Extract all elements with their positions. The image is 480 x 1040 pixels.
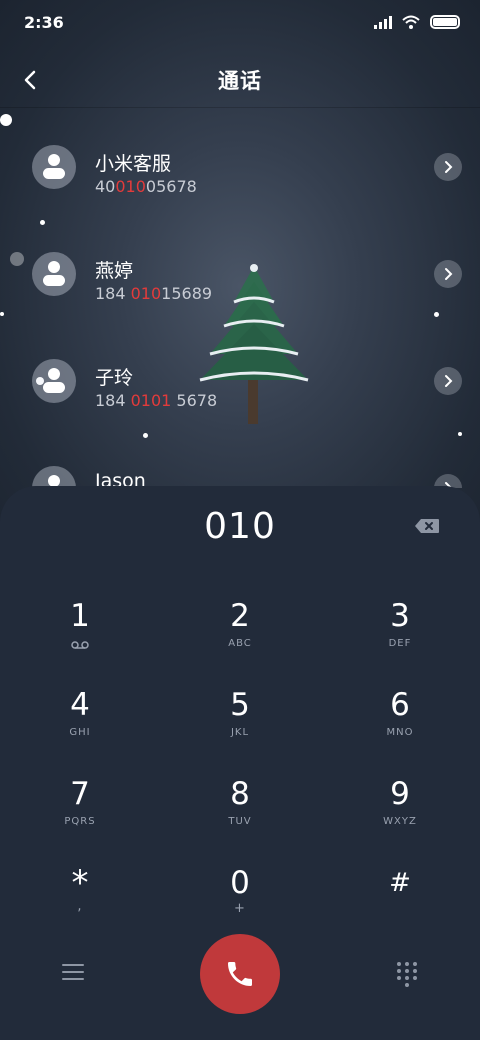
dialpad-panel: 010 1 2 ABC 3 DEF 4 GHI 5 JKL 6 MNO 7 PQ…: [0, 486, 480, 1040]
contact-detail-button[interactable]: [434, 367, 462, 395]
contact-name: 子玲: [95, 367, 134, 389]
status-icons: [374, 15, 460, 29]
contact-detail-button[interactable]: [434, 260, 462, 288]
dialer-action-bar: [0, 932, 480, 1022]
contact-number: 184 0101 5678: [95, 391, 218, 410]
contact-results-list: 小米客服 4001005678 燕婷 184 01015689 子玲 184 0…: [0, 108, 480, 488]
wifi-icon: [402, 15, 420, 29]
voicemail-icon: [71, 641, 89, 649]
contact-row[interactable]: 燕婷 184 01015689: [0, 220, 480, 327]
chevron-right-icon: [445, 268, 453, 280]
dial-key-4[interactable]: 4 GHI: [20, 687, 140, 767]
contact-row[interactable]: Jason: [0, 434, 480, 488]
dial-key-3[interactable]: 3 DEF: [340, 598, 460, 678]
contact-avatar-icon: [32, 145, 76, 189]
dial-key-5[interactable]: 5 JKL: [180, 687, 300, 767]
signal-icon: [374, 15, 392, 29]
call-button[interactable]: [200, 934, 280, 1014]
dial-key-1[interactable]: 1: [20, 598, 140, 678]
contact-number: 184 01015689: [95, 284, 213, 303]
dialed-number[interactable]: 010: [0, 506, 480, 547]
page-title: 通话: [218, 68, 262, 93]
backspace-icon[interactable]: [414, 518, 440, 534]
contact-name: 小米客服: [95, 153, 172, 175]
status-time: 2:36: [24, 12, 64, 32]
contact-number: 4001005678: [95, 177, 197, 196]
dial-key-7[interactable]: 7 PQRS: [20, 776, 140, 856]
contact-name: 燕婷: [95, 260, 134, 282]
battery-icon: [430, 15, 460, 29]
dialpad-grid-icon[interactable]: [397, 962, 417, 987]
contact-row[interactable]: 子玲 184 0101 5678: [0, 327, 480, 434]
dial-key-6[interactable]: 6 MNO: [340, 687, 460, 767]
chevron-right-icon: [445, 161, 453, 173]
top-app-bar: 通话: [0, 52, 480, 108]
phone-icon: [228, 962, 252, 986]
contact-avatar-icon: [32, 466, 76, 488]
contact-detail-button[interactable]: [434, 153, 462, 181]
contact-avatar-icon: [32, 252, 76, 296]
chevron-right-icon: [445, 375, 453, 387]
back-icon: [24, 70, 36, 90]
contact-row[interactable]: 小米客服 4001005678: [0, 113, 480, 220]
contact-avatar-icon: [32, 359, 76, 403]
dial-key-8[interactable]: 8 TUV: [180, 776, 300, 856]
dial-key-2[interactable]: 2 ABC: [180, 598, 300, 678]
back-button[interactable]: [14, 64, 46, 96]
dial-key-9[interactable]: 9 WXYZ: [340, 776, 460, 856]
menu-icon[interactable]: [62, 964, 84, 982]
status-bar: 2:36: [0, 0, 480, 44]
